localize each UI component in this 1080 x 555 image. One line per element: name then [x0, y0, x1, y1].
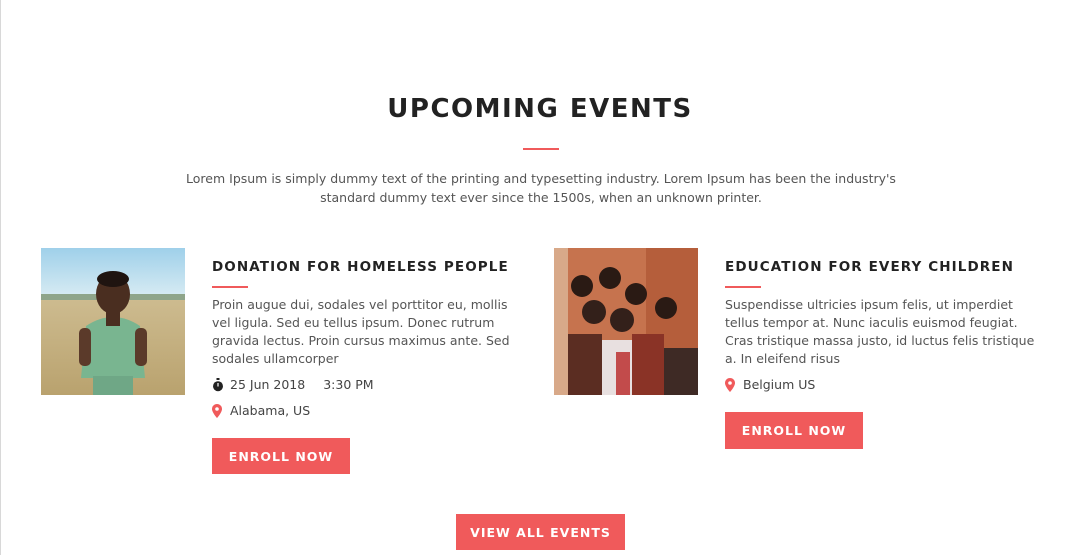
event-date-row: 25 Jun 2018 3:30 PM: [212, 377, 374, 392]
event-description: Suspendisse ultricies ipsum felis, ut im…: [725, 297, 1035, 366]
event-time: 3:30 PM: [323, 377, 374, 392]
event-image-boy[interactable]: [41, 248, 185, 395]
enroll-now-button[interactable]: ENROLL NOW: [212, 438, 350, 474]
event-title-underline: [725, 286, 761, 288]
section-intro: Lorem Ipsum is simply dummy text of the …: [186, 171, 896, 205]
event-location-row: Belgium US: [725, 377, 815, 392]
enroll-now-button[interactable]: ENROLL NOW: [725, 412, 863, 449]
page-left-border: [0, 0, 1, 555]
view-all-events-button[interactable]: VIEW ALL EVENTS: [456, 514, 625, 550]
event-location-row: Alabama, US: [212, 403, 310, 418]
section-title: UPCOMING EVENTS: [387, 94, 693, 124]
title-underline: [523, 148, 559, 150]
map-pin-icon: [725, 377, 737, 392]
event-location: Belgium US: [743, 377, 816, 392]
event-date: 25 Jun 2018: [230, 377, 306, 392]
event-location: Alabama, US: [230, 403, 311, 418]
stopwatch-icon: [212, 377, 224, 392]
event-title[interactable]: DONATION FOR HOMELESS PEOPLE: [212, 259, 509, 275]
event-description: Proin augue dui, sodales vel porttitor e…: [212, 297, 510, 366]
event-title[interactable]: EDUCATION FOR EVERY CHILDREN: [725, 259, 1014, 275]
map-pin-icon: [212, 403, 224, 418]
event-image-children[interactable]: [554, 248, 698, 395]
event-title-underline: [212, 286, 248, 288]
